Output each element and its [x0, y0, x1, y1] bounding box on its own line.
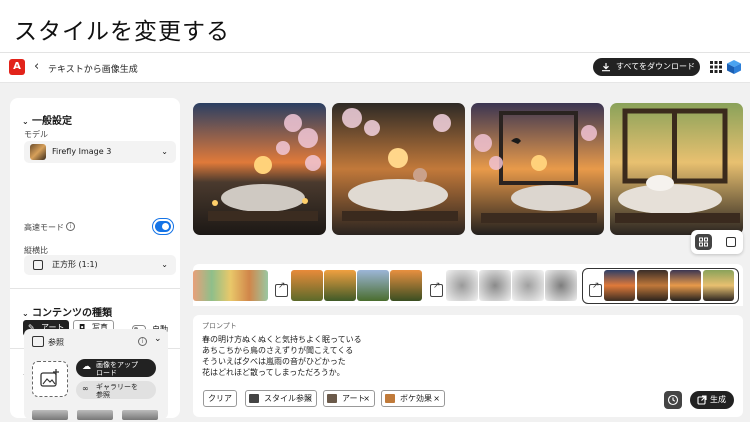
close-icon[interactable]: ×	[305, 391, 312, 406]
browse-gallery-button[interactable]: ∞ ギャラリーを 参照	[76, 381, 156, 399]
download-icon	[602, 63, 610, 72]
style-thumbnail[interactable]	[193, 270, 268, 301]
prompt-line[interactable]: そういえば夕べは嵐雨の音がひどかった	[202, 356, 346, 367]
back-icon[interactable]: ‹	[34, 59, 39, 74]
prompt-line[interactable]: 花はどれほど散ってしまっただろうか。	[202, 367, 345, 378]
model-value: Firefly Image 3	[52, 147, 112, 156]
aspect-value: 正方形 (1:1)	[52, 260, 98, 269]
chip-thumbnail	[249, 394, 259, 403]
grid-view-icon	[699, 237, 708, 247]
prompt-line[interactable]: あちこちから鳥のさえずりが聞こえてくる	[202, 345, 353, 356]
download-all-label: すべてをダウンロード	[616, 62, 695, 71]
style-strip	[193, 264, 743, 306]
square-aspect-icon	[33, 260, 43, 270]
reference-thumbnail[interactable]	[122, 410, 158, 420]
chip-thumbnail	[327, 394, 337, 403]
model-select[interactable]: Firefly Image 3 ⌄	[24, 141, 176, 163]
chevron-down-icon[interactable]: ⌄	[154, 334, 162, 344]
prompt-panel: プロンプト 春の明け方ぬくぬくと気持ちよく眠っている あちこちから鳥のさえずりが…	[193, 315, 743, 417]
reference-thumbnails	[32, 410, 172, 420]
open-style-icon[interactable]	[430, 281, 443, 297]
close-icon[interactable]: ×	[363, 391, 370, 406]
generate-button[interactable]: 生成	[690, 391, 734, 409]
style-thumbnail[interactable]	[545, 270, 577, 301]
reference-thumbnail[interactable]	[32, 410, 68, 420]
image-drop-zone[interactable]	[32, 361, 68, 397]
profile-cube-icon[interactable]	[727, 60, 741, 74]
clear-button[interactable]: クリア	[203, 390, 237, 407]
generated-image-1[interactable]	[193, 103, 326, 235]
history-icon	[667, 394, 679, 406]
breadcrumb[interactable]: テキストから画像生成	[48, 62, 138, 75]
divider	[10, 288, 180, 289]
cloud-upload-icon: ☁	[82, 362, 91, 372]
bokeh-chip[interactable]: ボケ効果 ×	[381, 390, 445, 407]
chevron-down-icon: ⌄	[22, 309, 29, 318]
style-thumbnail[interactable]	[670, 270, 701, 301]
generated-image-3[interactable]	[471, 103, 604, 235]
style-thumbnail[interactable]	[390, 270, 422, 301]
prompt-line[interactable]: 春の明け方ぬくぬくと気持ちよく眠っている	[202, 334, 362, 345]
fast-mode-label: 高速モード	[24, 223, 64, 232]
generated-image-4[interactable]	[610, 103, 743, 235]
general-settings-header[interactable]: ⌄ 一般設定	[22, 112, 72, 127]
style-reference-chip[interactable]: スタイル参照 ×	[245, 390, 317, 407]
view-mode-toggle	[691, 230, 743, 254]
style-thumbnail[interactable]	[637, 270, 668, 301]
add-image-icon	[40, 369, 59, 387]
chip-thumbnail	[385, 394, 395, 403]
generated-image-art	[193, 103, 326, 235]
app-bar: A ‹ テキストから画像生成 すべてをダウンロード	[0, 53, 750, 83]
generated-image-2[interactable]	[332, 103, 465, 235]
generated-image-art	[471, 103, 604, 235]
model-thumbnail	[30, 144, 46, 160]
adobe-logo-icon[interactable]: A	[9, 59, 25, 75]
open-style-icon[interactable]	[275, 281, 288, 297]
chevron-down-icon: ⌄	[161, 260, 168, 269]
style-thumbnail[interactable]	[324, 270, 356, 301]
style-thumbnail[interactable]	[446, 270, 478, 301]
fast-mode-toggle[interactable]	[155, 221, 171, 232]
model-label: モデル	[24, 130, 48, 139]
single-view-icon[interactable]	[726, 237, 736, 247]
style-thumbnail[interactable]	[291, 270, 323, 301]
art-chip[interactable]: アート ×	[323, 390, 375, 407]
content-type-header[interactable]: ⌄ コンテンツの種類	[22, 304, 112, 319]
page-title: スタイルを変更する	[14, 19, 230, 45]
style-thumbnail[interactable]	[512, 270, 544, 301]
close-icon[interactable]: ×	[433, 391, 440, 406]
reference-thumbnail[interactable]	[77, 410, 113, 420]
style-thumbnail[interactable]	[703, 270, 734, 301]
open-style-icon[interactable]	[589, 281, 602, 297]
style-thumbnail[interactable]	[357, 270, 389, 301]
chevron-down-icon: ⌄	[161, 147, 168, 156]
prompt-label: プロンプト	[202, 322, 237, 330]
history-button[interactable]	[664, 391, 682, 409]
chevron-down-icon: ⌄	[22, 117, 29, 126]
generate-icon	[697, 395, 707, 405]
info-icon[interactable]: i	[138, 337, 147, 346]
download-all-button[interactable]: すべてをダウンロード	[593, 58, 700, 76]
binoculars-icon: ∞	[82, 384, 89, 393]
reference-label: 参照	[48, 338, 64, 347]
generated-image-art	[332, 103, 465, 235]
upload-image-button[interactable]: ☁ 画像をアップ ロード	[76, 359, 156, 377]
reference-image-icon	[32, 336, 44, 347]
style-thumbnail[interactable]	[479, 270, 511, 301]
grid-view-button[interactable]	[695, 234, 712, 250]
generated-image-art	[610, 103, 743, 235]
info-icon[interactable]: i	[66, 222, 75, 231]
style-thumbnail[interactable]	[604, 270, 635, 301]
aspect-select[interactable]: 正方形 (1:1) ⌄	[24, 255, 176, 275]
app-frame: A ‹ テキストから画像生成 すべてをダウンロード ⌄ 一般設定 モデル Fire…	[0, 52, 750, 422]
apps-grid-icon[interactable]	[710, 61, 722, 73]
